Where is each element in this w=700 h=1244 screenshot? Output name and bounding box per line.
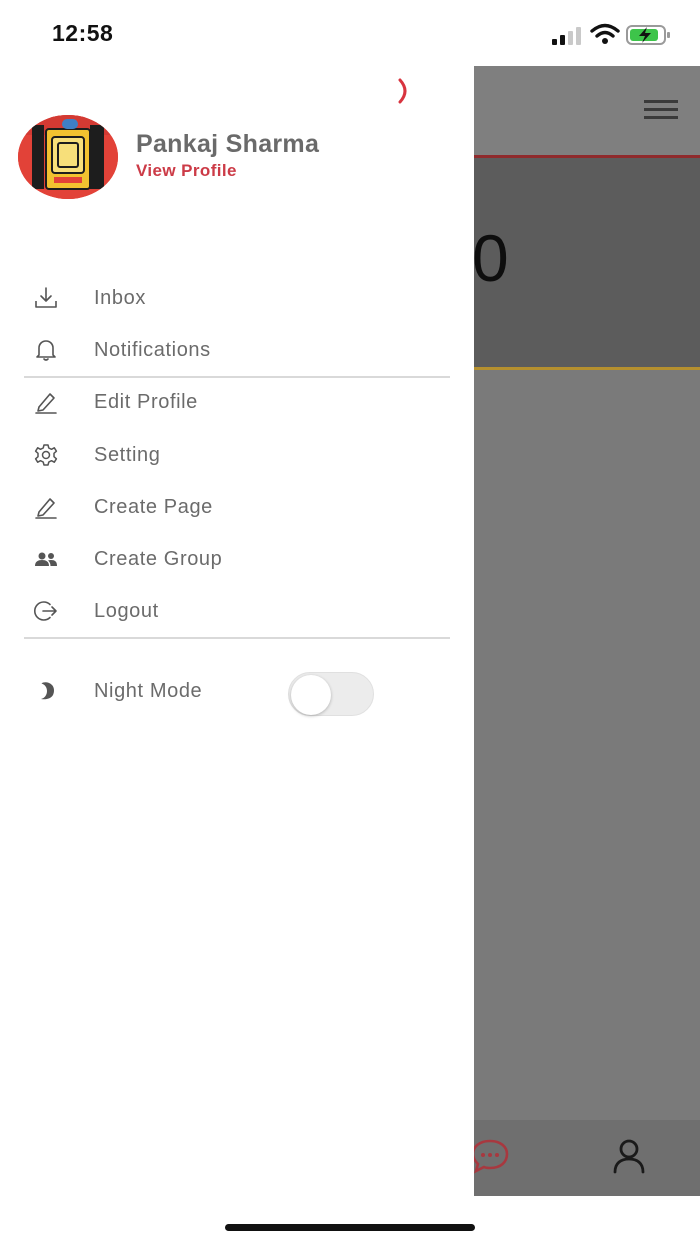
menu-icon[interactable] xyxy=(644,100,678,120)
navigation-drawer: Pankaj Sharma View Profile Inbox Notific… xyxy=(0,66,474,1196)
pencil-icon xyxy=(32,493,60,521)
menu-item-notifications[interactable]: Notifications xyxy=(24,324,450,376)
profile-name: Pankaj Sharma xyxy=(136,130,320,158)
moon-icon xyxy=(32,677,60,705)
menu-item-label: Setting xyxy=(94,443,161,466)
menu-item-label: Inbox xyxy=(94,286,146,309)
bell-icon xyxy=(32,336,60,364)
view-profile-link[interactable]: View Profile xyxy=(136,161,237,181)
logout-icon xyxy=(32,597,60,625)
battery-charging-icon xyxy=(626,25,670,45)
background-screen-overlay[interactable]: 0 xyxy=(474,66,700,1196)
gear-icon xyxy=(32,441,60,469)
home-indicator[interactable] xyxy=(225,1224,475,1231)
menu-item-create-page[interactable]: Create Page xyxy=(24,481,450,533)
download-icon xyxy=(32,284,60,312)
status-time: 12:58 xyxy=(52,20,114,46)
background-tab-bar xyxy=(474,1120,700,1196)
menu-item-label: Create Group xyxy=(94,547,223,570)
background-header xyxy=(474,66,700,156)
menu-item-inbox[interactable]: Inbox xyxy=(24,272,450,324)
background-body xyxy=(474,370,700,1120)
signal-icon xyxy=(552,27,581,45)
chat-icon[interactable] xyxy=(474,1138,510,1174)
user-icon[interactable] xyxy=(612,1138,646,1174)
menu-item-create-group[interactable]: Create Group xyxy=(24,533,450,585)
loading-spinner-icon xyxy=(398,78,407,104)
menu-item-label: Create Page xyxy=(94,495,213,518)
status-bar: 12:58 xyxy=(0,0,700,66)
menu-item-logout[interactable]: Logout xyxy=(24,585,450,637)
pencil-icon xyxy=(32,388,60,416)
background-big-text: 0 xyxy=(474,221,509,295)
toggle-knob xyxy=(291,675,331,715)
menu-item-setting[interactable]: Setting xyxy=(24,429,450,481)
divider xyxy=(24,637,450,639)
menu-item-night-mode: Night Mode xyxy=(24,665,450,717)
night-mode-toggle[interactable] xyxy=(288,672,374,716)
menu-item-edit-profile[interactable]: Edit Profile xyxy=(24,376,450,428)
menu-item-label: Edit Profile xyxy=(94,390,198,413)
group-icon xyxy=(32,545,60,573)
avatar[interactable] xyxy=(18,115,118,199)
avatar-image xyxy=(18,115,118,199)
menu-item-label: Notifications xyxy=(94,338,211,361)
wifi-icon xyxy=(590,23,620,44)
menu-item-label: Logout xyxy=(94,599,159,622)
background-panel: 0 xyxy=(474,158,700,367)
menu-item-label: Night Mode xyxy=(94,679,203,702)
